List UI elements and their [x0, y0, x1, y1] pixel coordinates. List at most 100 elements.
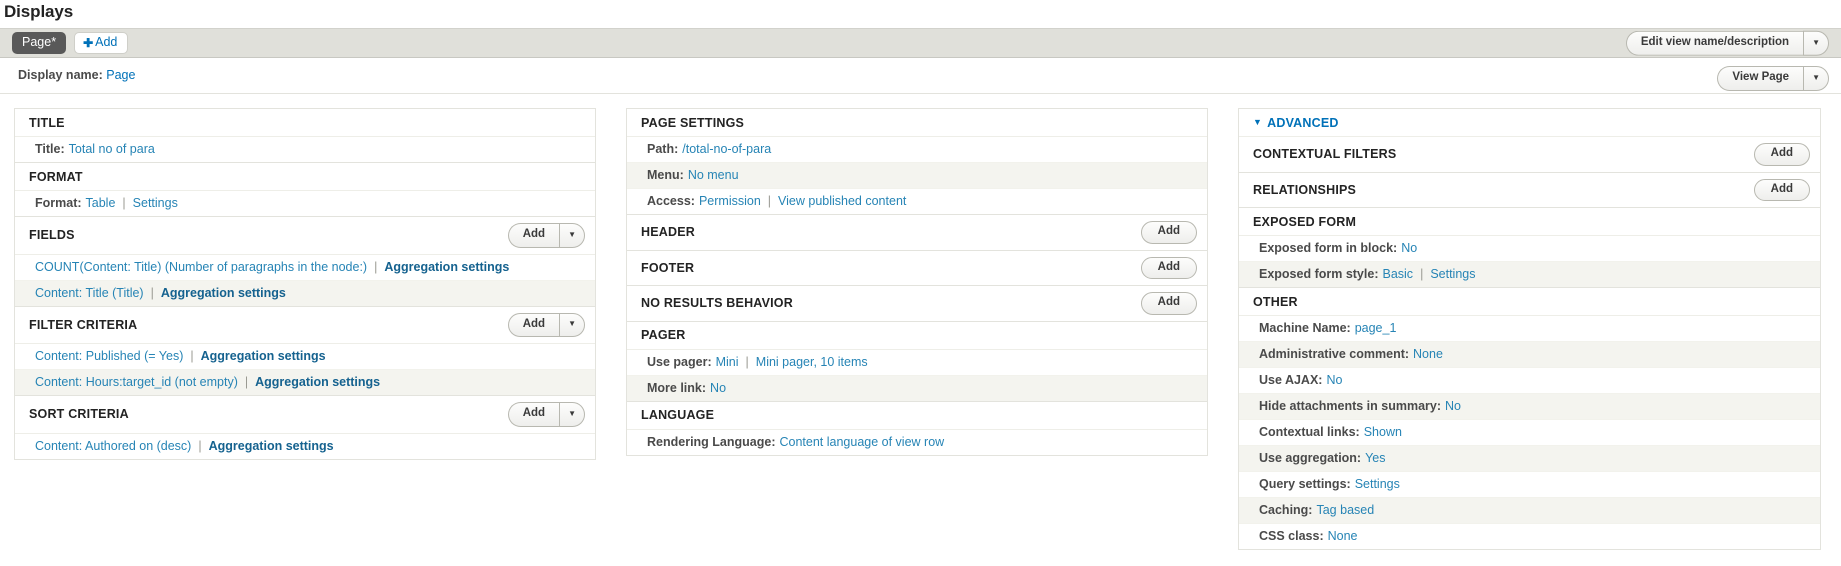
add-button-contextual-filters[interactable]: Add: [1753, 143, 1810, 166]
add-button-group-contextual-filters: Add: [1753, 143, 1810, 166]
edit-view-dropdown-button[interactable]: ▼: [1803, 30, 1829, 56]
setting-row: Use aggregation: Yes: [1239, 446, 1820, 472]
setting-row: Contextual links: Shown: [1239, 420, 1820, 446]
separator: |: [745, 354, 749, 369]
section-header-title: TITLE: [15, 109, 595, 137]
section-header-format: FORMAT: [15, 163, 595, 191]
setting-row: Caching: Tag based: [1239, 498, 1820, 524]
setting-value-link[interactable]: View published content: [778, 194, 906, 208]
aggregation-settings-link[interactable]: Aggregation settings: [161, 286, 286, 300]
section-title: PAGER: [641, 328, 686, 342]
section-header-contextual-filters: CONTEXTUAL FILTERS Add: [1239, 137, 1820, 173]
view-page-button[interactable]: View Page: [1717, 66, 1804, 91]
setting-value-link[interactable]: No: [1326, 373, 1342, 387]
setting-value-link[interactable]: Yes: [1365, 451, 1385, 465]
section-header-other: OTHER: [1239, 288, 1820, 316]
view-page-button-group: View Page ▼: [1717, 66, 1829, 91]
setting-label: Exposed form style:: [1259, 267, 1379, 281]
setting-value-link[interactable]: Settings: [1355, 477, 1400, 491]
section-title: LANGUAGE: [641, 408, 715, 422]
add-button-no-results-behavior[interactable]: Add: [1140, 292, 1197, 315]
display-name-value[interactable]: Page: [106, 68, 135, 82]
setting-value-link[interactable]: Settings: [1430, 267, 1475, 281]
setting-value-link[interactable]: Content: Published (= Yes): [35, 349, 183, 363]
aggregation-settings-link[interactable]: Aggregation settings: [384, 260, 509, 274]
display-tab-page[interactable]: Page*: [12, 32, 67, 54]
setting-row: Hide attachments in summary: No: [1239, 394, 1820, 420]
setting-value-link[interactable]: No: [1401, 241, 1417, 255]
separator: |: [198, 438, 202, 453]
add-dropdown-filter-criteria[interactable]: ▼: [559, 312, 585, 337]
setting-value-link[interactable]: Tag based: [1316, 503, 1374, 517]
setting-value-link[interactable]: None: [1328, 529, 1358, 543]
setting-value-link[interactable]: Total no of para: [69, 142, 155, 156]
section-title: HEADER: [641, 225, 695, 240]
aggregation-settings-link[interactable]: Aggregation settings: [209, 439, 334, 453]
add-button-group-footer: Add: [1140, 256, 1197, 279]
section-header-exposed-form: EXPOSED FORM: [1239, 208, 1820, 236]
setting-label: Access:: [647, 194, 695, 208]
section-title: OTHER: [1253, 294, 1298, 309]
setting-value-link[interactable]: Mini pager, 10 items: [756, 355, 868, 369]
setting-value-link[interactable]: No: [1445, 399, 1461, 413]
add-dropdown-sort-criteria[interactable]: ▼: [559, 402, 585, 427]
setting-row: Content: Hours:target_id (not empty) | Agg…: [15, 370, 595, 396]
setting-label: Exposed form in block:: [1259, 241, 1398, 255]
setting-value-link[interactable]: Basic: [1382, 267, 1413, 281]
setting-value-link[interactable]: Settings: [133, 196, 178, 210]
advanced-section-header[interactable]: ▼ ADVANCED: [1239, 109, 1820, 137]
setting-label: More link:: [647, 380, 707, 395]
setting-row: Use AJAX: No: [1239, 368, 1820, 394]
setting-value-link[interactable]: Mini: [716, 355, 739, 369]
add-button-group-header: Add: [1140, 221, 1197, 244]
aggregation-settings-link[interactable]: Aggregation settings: [201, 349, 326, 363]
section-title: TITLE: [29, 115, 65, 130]
section-header-footer: FOOTER Add: [627, 250, 1207, 286]
setting-label: Query settings:: [1259, 477, 1351, 491]
aggregation-settings-link[interactable]: Aggregation settings: [255, 375, 380, 389]
setting-label: Machine Name:: [1259, 321, 1351, 335]
setting-value-link[interactable]: Permission: [699, 194, 761, 208]
edit-view-name-description-button[interactable]: Edit view name/description: [1625, 30, 1804, 56]
add-dropdown-fields[interactable]: ▼: [559, 223, 585, 248]
setting-value-link[interactable]: No menu: [688, 168, 739, 182]
section-header-header: HEADER Add: [627, 215, 1207, 251]
setting-value-link[interactable]: None: [1413, 347, 1443, 361]
add-button-filter-criteria[interactable]: Add: [507, 312, 560, 337]
setting-value-link[interactable]: No: [710, 381, 726, 395]
add-button-relationships[interactable]: Add: [1753, 178, 1810, 201]
setting-row: Administrative comment: None: [1239, 342, 1820, 368]
setting-label: Caching:: [1259, 503, 1313, 517]
setting-value-link[interactable]: /total-no-of-para: [682, 142, 771, 156]
setting-value-link[interactable]: Content: Authored on (desc): [35, 439, 191, 453]
setting-value-link[interactable]: COUNT(Content: Title) (Number of paragra…: [35, 260, 367, 274]
add-display-button[interactable]: ✚ Add: [74, 32, 129, 54]
separator: |: [244, 375, 249, 389]
section-header-language: LANGUAGE: [627, 401, 1207, 430]
separator: |: [122, 196, 126, 210]
setting-label: Rendering Language:: [647, 434, 776, 449]
setting-value-link[interactable]: Table: [86, 196, 116, 210]
section-header-pager: PAGER: [627, 321, 1207, 350]
display-name-label: Display name:: [18, 68, 103, 82]
setting-value-link[interactable]: Shown: [1364, 425, 1402, 439]
setting-row: Query settings: Settings: [1239, 472, 1820, 498]
display-name-area: Display name: Page View Page ▼: [0, 58, 1841, 94]
setting-row: Exposed form style: Basic | Settings: [1239, 262, 1820, 288]
add-button-header[interactable]: Add: [1140, 221, 1197, 244]
setting-row: Path:/total-no-of-para: [627, 137, 1207, 163]
add-button-fields[interactable]: Add: [507, 223, 560, 248]
setting-label: Path:: [647, 142, 679, 156]
setting-value-link[interactable]: Content language of view row: [779, 435, 944, 449]
setting-row: Menu: No menu: [627, 163, 1207, 189]
setting-value-link[interactable]: Content: Title (Title): [35, 286, 144, 300]
panel-middle: PAGE SETTINGS Path:/total-no-of-para Menu:…: [626, 108, 1208, 456]
view-page-dropdown-button[interactable]: ▼: [1803, 66, 1829, 91]
setting-value-link[interactable]: Content: Hours:target_id (not empty): [35, 375, 238, 389]
setting-row: Content: Published (= Yes) | Aggregation s…: [15, 344, 595, 370]
add-button-sort-criteria[interactable]: Add: [507, 402, 560, 427]
setting-label: Use aggregation:: [1259, 451, 1362, 465]
add-button-footer[interactable]: Add: [1140, 256, 1197, 279]
setting-label: Title:: [35, 142, 65, 156]
setting-value-link[interactable]: page_1: [1355, 321, 1397, 335]
